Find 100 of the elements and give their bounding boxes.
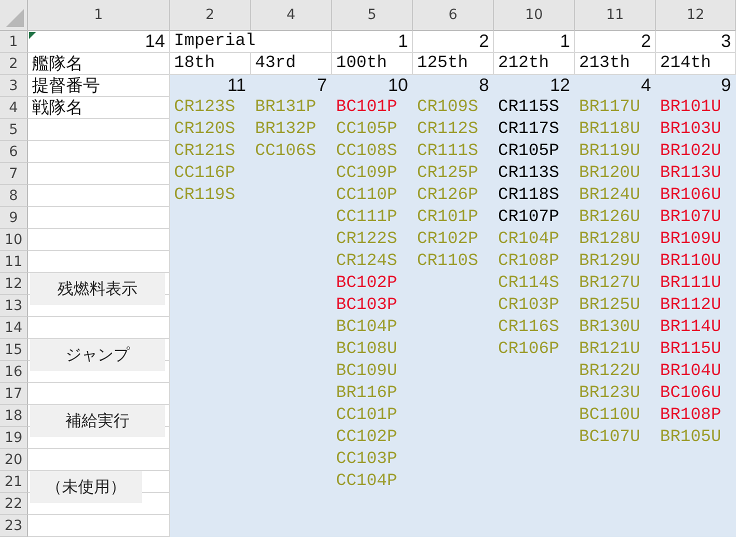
squadron-code: CR108P [497,251,560,273]
squadron-code: BR126U [578,207,642,229]
row-header[interactable]: 19 [0,427,28,449]
row-header[interactable]: 8 [0,185,28,207]
squadron-code: CR113S [497,163,560,185]
squadron-code: CR112S [416,119,480,141]
select-all-button[interactable] [0,0,28,31]
squadron-code: CR118S [497,185,560,207]
column-header[interactable]: 1 [28,0,170,31]
fleet-name: 100th [332,53,413,75]
squadron-code: BR122U [578,361,642,383]
squadron-code: BR130U [578,317,642,339]
squadron-code: BR125U [578,295,642,317]
macro-button[interactable]: 残燃料表示 [30,273,165,305]
squadron-code: BR115U [659,339,722,361]
squadron-code: CR125P [416,163,480,185]
row-header[interactable]: 2 [0,53,28,75]
squadron-code: BR103U [659,119,722,141]
row-header[interactable]: 22 [0,493,28,515]
squadron-code: BC102P [335,273,398,295]
admiral-count: 11 [226,75,247,97]
macro-button[interactable]: 補給実行 [30,405,165,437]
admiral-count: 8 [478,75,490,97]
squadron-code: CR122S [335,229,398,251]
squadron-code: BR120U [578,163,642,185]
admiral-count: 10 [386,75,409,97]
squadron-code: BR104U [659,361,722,383]
column-header[interactable]: 11 [575,0,656,31]
fleet-number: 1 [332,31,413,53]
row-header[interactable]: 4 [0,97,28,119]
row-header[interactable]: 23 [0,515,28,537]
column-header[interactable]: 10 [494,0,575,31]
row-header[interactable]: 16 [0,361,28,383]
squadron-code: CR117S [497,119,560,141]
squadron-code: CR103P [497,295,560,317]
row-header[interactable]: 5 [0,119,28,141]
row-header[interactable]: 11 [0,251,28,273]
row-header[interactable]: 14 [0,317,28,339]
squadron-code: BR128U [578,229,642,251]
squadron-code: CR106P [497,339,560,361]
squadron-code: BR102U [659,141,722,163]
row-header[interactable]: 20 [0,449,28,471]
squadron-code: BR114U [659,317,722,339]
squadron-code: BC104P [335,317,398,339]
column-header[interactable]: 6 [413,0,494,31]
row-header[interactable]: 3 [0,75,28,97]
fleet-name: 125th [413,53,494,75]
row-header[interactable]: 7 [0,163,28,185]
squadron-code: BR131P [254,97,318,119]
row-header[interactable]: 12 [0,273,28,295]
fleet-number: 2 [575,31,656,53]
macro-button[interactable]: ジャンプ [30,339,165,371]
squadron-code: CR111S [416,141,480,163]
column-header[interactable]: 5 [332,0,413,31]
row-header[interactable]: 10 [0,229,28,251]
fleet-number: 2 [413,31,494,53]
squadron-code: BR124U [578,185,642,207]
squadron-code: BC106U [659,383,722,405]
row-header[interactable]: 1 [0,31,28,53]
fleet-name: 214th [656,53,736,75]
squadron-code: BR108P [659,405,722,427]
squadron-code: CC102P [335,427,398,449]
squadron-code: BC110U [578,405,642,427]
column-header[interactable]: 2 [170,0,251,31]
squadron-code: CC116P [173,163,236,185]
squadron-code: BR121U [578,339,642,361]
row-label: 提督番号 [28,75,170,97]
squadron-code: CC110P [335,185,398,207]
squadron-code: BC101P [335,97,398,119]
squadron-code: BR117U [578,97,642,119]
row-header[interactable]: 15 [0,339,28,361]
squadron-code: CC104P [335,471,398,493]
row-label: 戦隊名 [28,97,170,119]
squadron-code: BR123U [578,383,642,405]
squadron-code: CR119S [173,185,236,207]
squadron-code: CR126P [416,185,480,207]
squadron-code: BR111U [659,273,722,295]
admiral-count: 7 [316,75,328,97]
column-header[interactable]: 4 [251,0,332,31]
squadron-code: BR119U [578,141,642,163]
fleet-name: 213th [575,53,656,75]
row-header[interactable]: 9 [0,207,28,229]
row-header[interactable]: 13 [0,295,28,317]
squadron-code: BC109U [335,361,398,383]
row-header[interactable]: 18 [0,405,28,427]
squadron-code: BR129U [578,251,642,273]
macro-button[interactable]: （未使用） [30,471,142,503]
squadron-code: BR116P [335,383,398,405]
squadron-code: BR109U [659,229,722,251]
row-header[interactable]: 21 [0,471,28,493]
fleet-name: 18th [170,53,251,75]
column-header[interactable]: 12 [656,0,736,31]
squadron-code: BR118U [578,119,642,141]
sheet-title: Imperial [170,31,332,53]
squadron-code: BR110U [659,251,722,273]
squadron-code: CR107P [497,207,560,229]
squadron-code: BR127U [578,273,642,295]
row-header[interactable]: 17 [0,383,28,405]
squadron-code: BR132P [254,119,318,141]
row-header[interactable]: 6 [0,141,28,163]
